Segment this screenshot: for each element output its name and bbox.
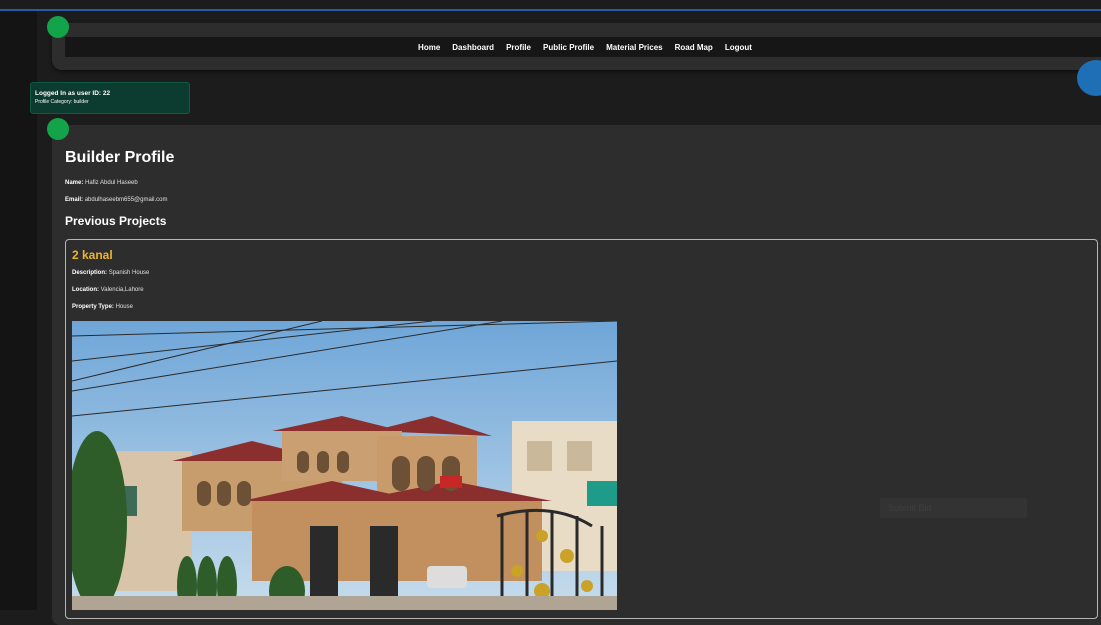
profile-category-text: Profile Category: builder: [35, 99, 89, 105]
email-value: abdulhaseebm655@gmail.com: [84, 197, 168, 203]
previous-projects-heading: Previous Projects: [65, 214, 167, 228]
profile-name: Name: Hafiz Abdul Haseeb: [65, 180, 138, 186]
description-label: Description:: [72, 270, 108, 276]
project-location: Location: Valencia,Lahore: [72, 287, 144, 293]
nav-logout[interactable]: Logout: [725, 43, 752, 52]
project-property-type: Property Type: House: [72, 304, 133, 310]
blue-circle-decoration: [1077, 60, 1101, 96]
description-value: Spanish House: [108, 270, 150, 276]
project-title: 2 kanal: [72, 248, 113, 262]
profile-email: Email: abdulhaseebm655@gmail.com: [65, 197, 168, 203]
green-circle-decoration: [47, 16, 69, 38]
logged-in-text: Logged In as user ID: 22: [35, 90, 111, 97]
name-label: Name:: [65, 180, 84, 186]
main-nav: Home Dashboard Profile Public Profile Ma…: [65, 37, 1101, 57]
property-type-value: House: [115, 304, 133, 310]
session-info-box: Logged In as user ID: 22 Profile Categor…: [30, 82, 190, 114]
project-photo: [72, 321, 617, 610]
nav-dashboard[interactable]: Dashboard: [452, 43, 494, 52]
nav-road-map[interactable]: Road Map: [675, 43, 713, 52]
nav-home[interactable]: Home: [418, 43, 440, 52]
location-label: Location:: [72, 287, 99, 293]
location-value: Valencia,Lahore: [100, 287, 144, 293]
name-value: Hafiz Abdul Haseeb: [85, 180, 138, 186]
project-description: Description: Spanish House: [72, 270, 149, 276]
email-label: Email:: [65, 197, 84, 203]
nav-material-prices[interactable]: Material Prices: [606, 43, 662, 52]
nav-public-profile[interactable]: Public Profile: [543, 43, 594, 52]
property-type-label: Property Type:: [72, 304, 114, 310]
page-title: Builder Profile: [65, 149, 175, 166]
green-circle-decoration: [47, 118, 69, 140]
nav-profile[interactable]: Profile: [506, 43, 531, 52]
ghost-submit-button[interactable]: Submit Bid: [880, 498, 1027, 518]
top-border: [0, 9, 1101, 11]
